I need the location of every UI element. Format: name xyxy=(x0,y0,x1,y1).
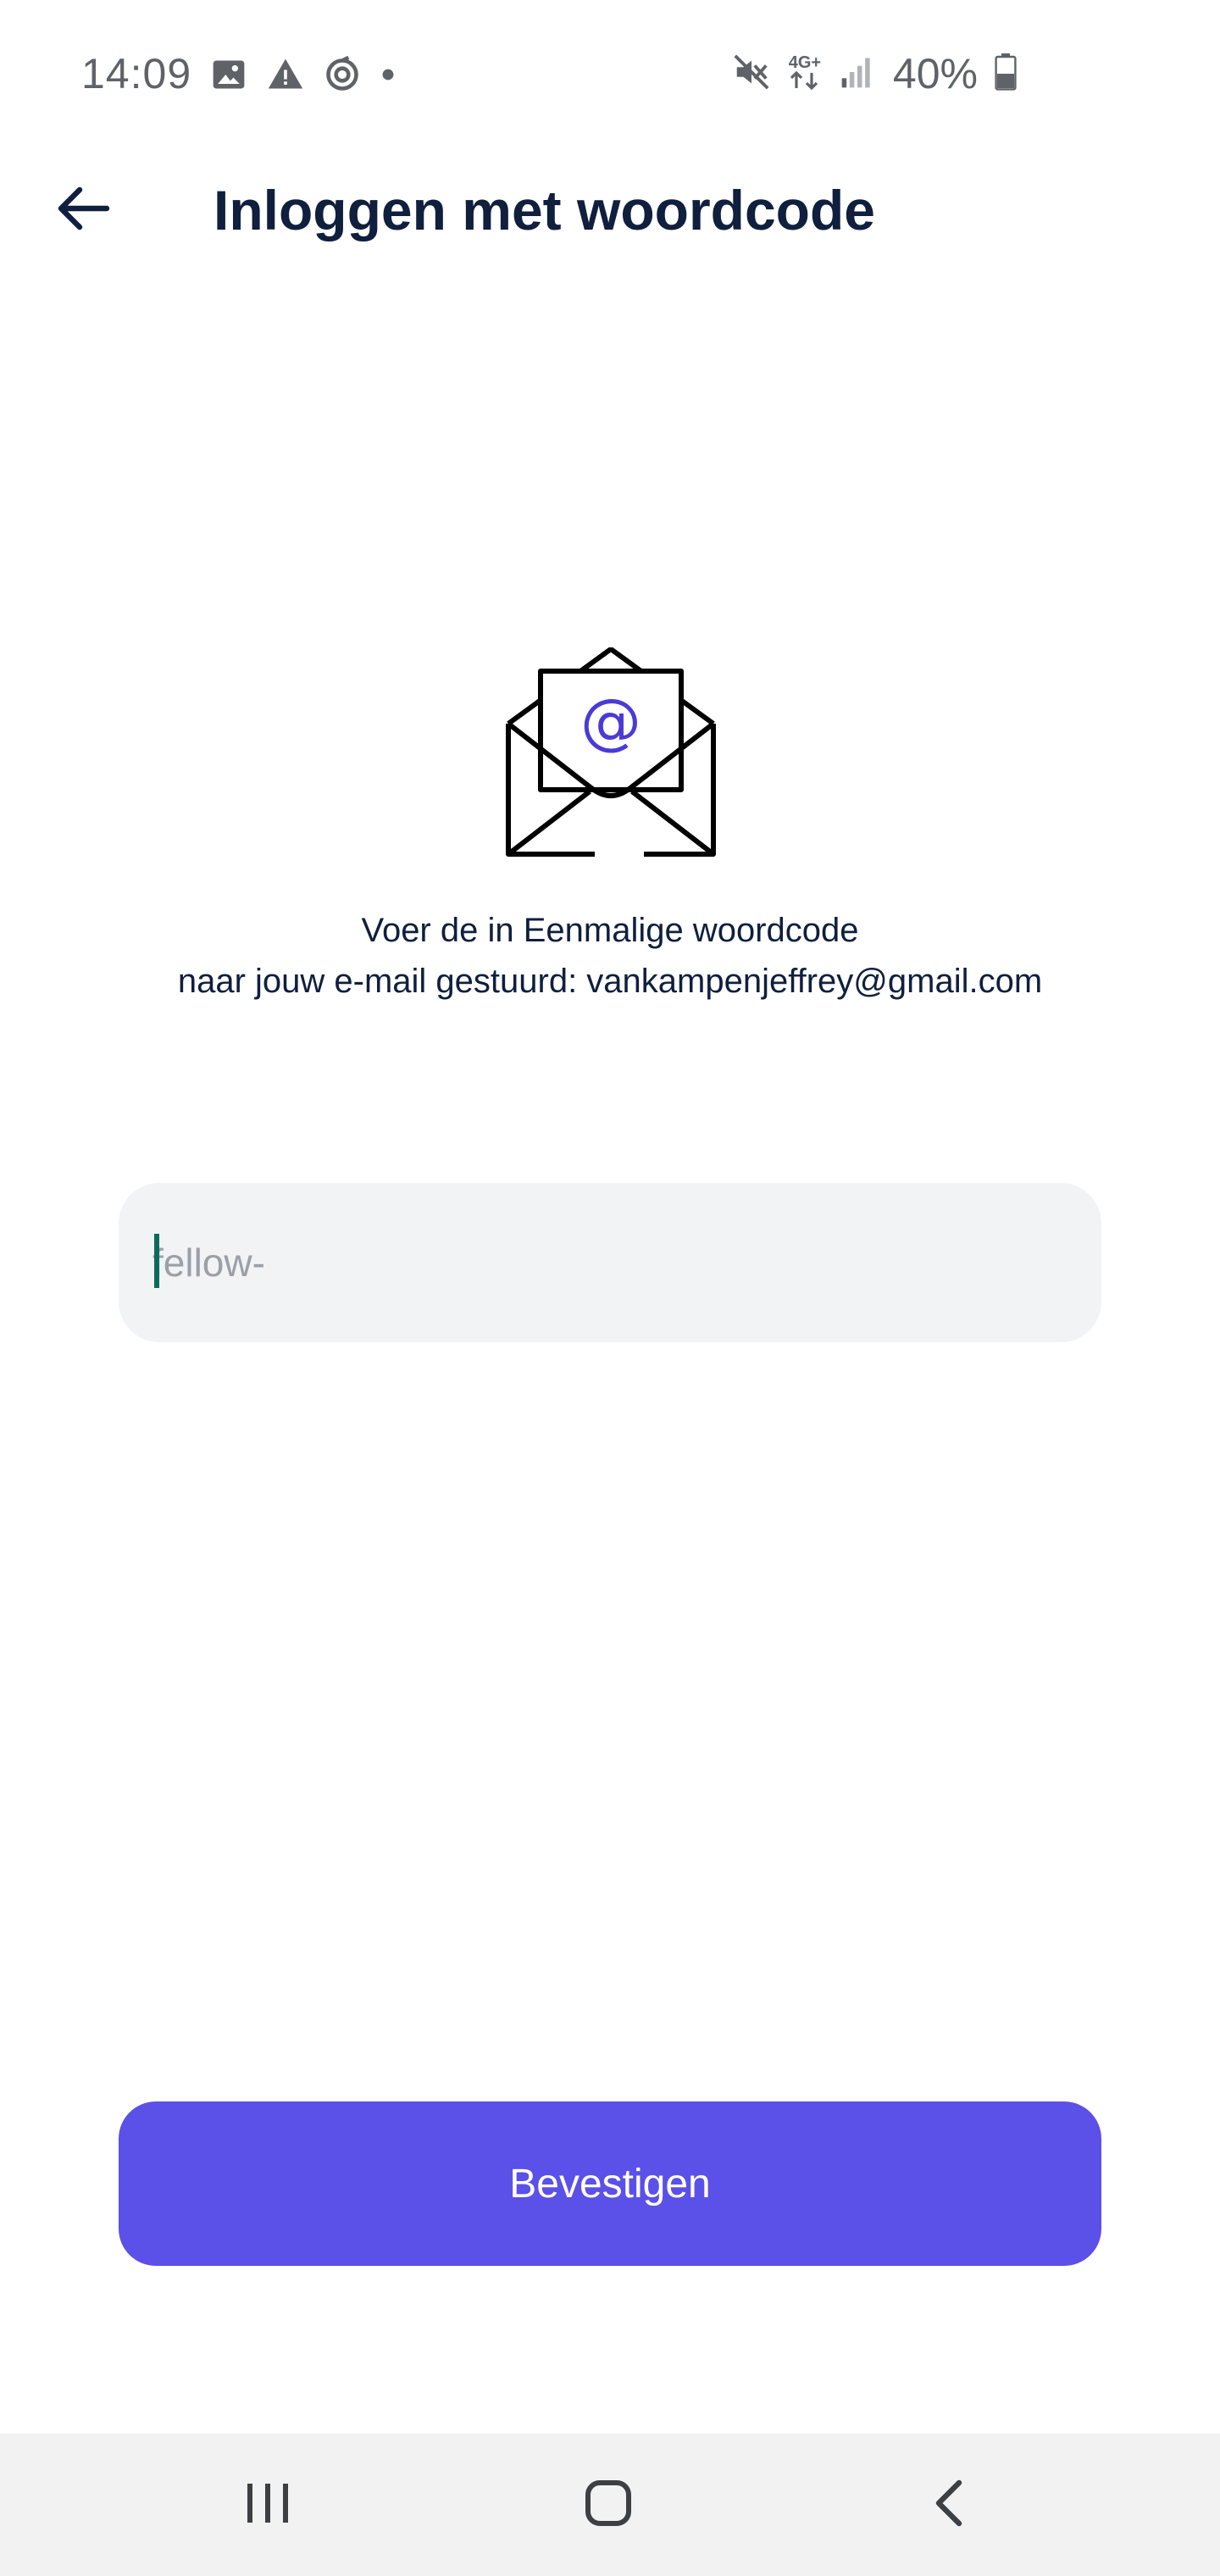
signal-icon xyxy=(839,53,876,95)
instruction-text: Voer de in Eenmalige woordcode naar jouw… xyxy=(0,905,1220,1007)
page-title: Inloggen met woordcode xyxy=(214,179,876,242)
warning-icon xyxy=(266,56,305,97)
system-nav-bar xyxy=(0,2434,1220,2576)
status-bar: 14:09 4G+ 40% xyxy=(0,0,1220,153)
mute-icon xyxy=(732,53,771,96)
instruction-line-2: naar jouw e-mail gestuurd: vankampenjeff… xyxy=(177,963,1043,1000)
code-input-container xyxy=(119,1183,1101,1342)
instruction-line-1: Voer de in Eenmalige woordcode xyxy=(361,912,859,949)
status-system-icons: 4G+ 40% xyxy=(732,49,1017,98)
home-button[interactable] xyxy=(566,2462,651,2547)
code-input[interactable] xyxy=(152,1183,1068,1342)
text-caret xyxy=(154,1234,159,1288)
battery-percent: 40% xyxy=(892,50,978,97)
image-icon xyxy=(210,56,247,97)
network-icon: 4G+ xyxy=(788,54,822,94)
nav-back-icon xyxy=(930,2478,968,2533)
envelope-at-icon: @ xyxy=(505,647,717,859)
app-header: Inloggen met woordcode xyxy=(0,153,1220,271)
home-icon xyxy=(583,2478,634,2533)
confirm-button[interactable]: Bevestigen xyxy=(119,2101,1101,2266)
battery-icon xyxy=(995,53,1017,95)
recents-icon xyxy=(242,2480,293,2530)
arrow-left-icon xyxy=(56,185,110,236)
dot-icon xyxy=(380,56,396,97)
status-notification-icons xyxy=(210,55,396,97)
status-time: 14:09 xyxy=(81,50,192,97)
svg-text:@: @ xyxy=(580,686,641,757)
network-type-label: 4G+ xyxy=(788,53,822,72)
recents-button[interactable] xyxy=(225,2462,310,2547)
back-button[interactable] xyxy=(49,176,117,244)
nav-back-button[interactable] xyxy=(907,2462,991,2547)
sync-icon xyxy=(324,55,361,97)
